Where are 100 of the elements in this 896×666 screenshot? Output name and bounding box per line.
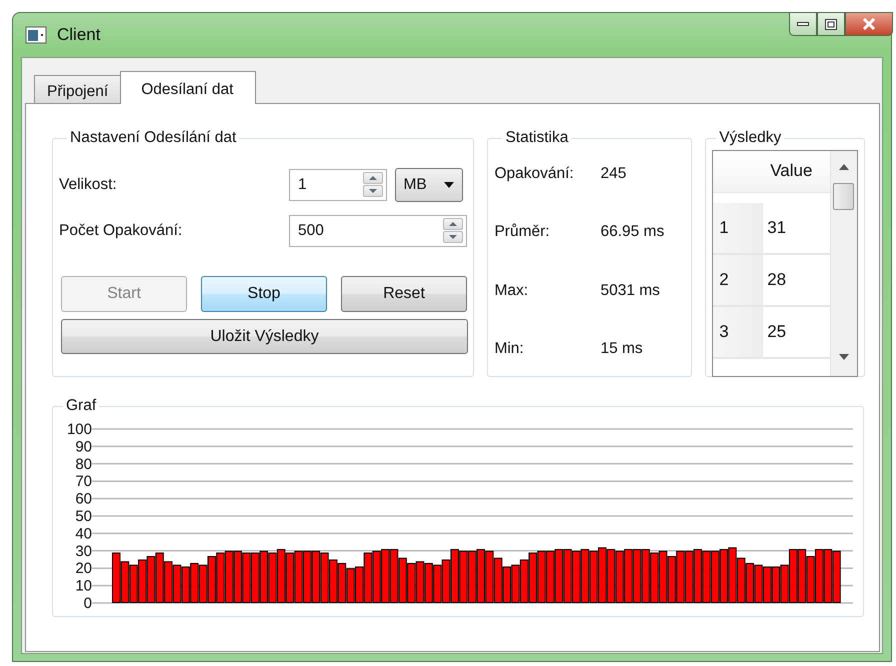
tick-label: 100 <box>66 420 92 438</box>
bar <box>511 564 520 603</box>
bar <box>728 546 737 603</box>
bar <box>824 548 832 603</box>
bar <box>554 548 564 603</box>
spin-down-button[interactable] <box>363 184 383 197</box>
bar <box>494 557 502 603</box>
bar <box>364 552 372 603</box>
bar <box>720 548 728 603</box>
bar <box>615 550 624 603</box>
bar <box>537 550 546 603</box>
bar <box>381 548 390 603</box>
bar <box>190 562 199 603</box>
spin-down-button[interactable] <box>443 230 463 243</box>
bar <box>693 548 702 603</box>
bar <box>572 550 580 603</box>
bar <box>390 548 398 603</box>
field-label: Velikost: <box>59 174 118 195</box>
bar <box>198 564 208 603</box>
bar <box>320 552 329 603</box>
bar <box>528 552 538 603</box>
bar <box>589 550 598 603</box>
tab[interactable]: Připojení <box>34 75 122 103</box>
bar <box>442 559 450 603</box>
group-title: Nastavení Odesílání dat <box>69 129 238 148</box>
bar <box>814 548 824 603</box>
bar <box>806 556 815 603</box>
bar <box>164 560 173 603</box>
row-header: 2 <box>713 254 762 307</box>
bar <box>424 562 433 603</box>
bar <box>398 557 407 603</box>
bar <box>138 559 147 603</box>
tick-mark <box>92 584 112 586</box>
stat-label: Průměr: <box>494 222 551 242</box>
tick-label: 20 <box>75 560 92 577</box>
bar <box>181 566 190 603</box>
bar <box>520 559 528 603</box>
bar <box>302 550 312 603</box>
bar <box>676 550 685 603</box>
bar <box>250 552 260 603</box>
stat-label: Opakování: <box>494 164 575 184</box>
bar <box>684 550 694 603</box>
bar <box>667 556 676 603</box>
minimize-icon <box>797 22 809 26</box>
bar <box>658 550 668 603</box>
caret-icon <box>444 182 454 188</box>
minimize-button[interactable] <box>789 12 817 36</box>
stat-value: 5031 ms <box>600 280 661 301</box>
tick-label: 30 <box>75 542 92 560</box>
tick-label: 90 <box>75 438 92 455</box>
bar <box>468 550 476 603</box>
spin-up-button[interactable] <box>363 172 383 184</box>
bar <box>832 550 841 603</box>
stat-value: 15 ms <box>600 339 644 360</box>
row-header: 3 <box>713 306 762 359</box>
tab[interactable]: Odesílaní dat <box>120 71 256 104</box>
app-icon <box>25 26 47 44</box>
number-field[interactable]: 500 <box>289 214 467 247</box>
group-title: Výsledky <box>718 129 782 148</box>
bar <box>650 552 659 603</box>
bar <box>450 548 459 603</box>
bar <box>328 559 338 603</box>
bar <box>346 568 355 603</box>
action-button[interactable]: Stop <box>201 276 327 312</box>
bar <box>710 550 720 603</box>
bar <box>120 560 130 603</box>
tick-label: 70 <box>75 472 92 490</box>
bar <box>294 550 303 603</box>
group-title: Graf <box>65 397 98 416</box>
bar <box>407 562 416 603</box>
maximize-icon <box>825 18 837 30</box>
row-header: 1 <box>713 202 762 255</box>
window-title: Client <box>57 24 100 46</box>
unit-dropdown[interactable]: MB <box>394 168 462 202</box>
bar <box>580 548 590 603</box>
scroll-up-icon <box>839 164 849 170</box>
scrollbar[interactable] <box>830 150 857 376</box>
bar <box>780 564 789 603</box>
bar <box>563 548 572 603</box>
bar <box>433 564 442 603</box>
scroll-thumb[interactable] <box>833 182 854 210</box>
bar <box>242 552 251 603</box>
bar <box>260 550 268 603</box>
bar <box>788 548 798 603</box>
save-results-button[interactable]: Uložit Výsledky <box>61 319 468 354</box>
bar <box>129 564 138 603</box>
action-button[interactable]: Reset <box>341 276 467 312</box>
tick-label: 50 <box>75 508 92 525</box>
bar <box>234 550 242 603</box>
bar <box>224 550 234 603</box>
close-button[interactable] <box>845 12 893 36</box>
maximize-button[interactable] <box>817 12 845 36</box>
close-icon <box>862 18 876 30</box>
spin-up-button[interactable] <box>443 218 463 230</box>
bar <box>754 564 763 603</box>
bar <box>416 560 424 603</box>
bar <box>146 556 156 603</box>
bar <box>216 552 225 603</box>
bar <box>502 566 512 603</box>
bar <box>736 557 746 603</box>
